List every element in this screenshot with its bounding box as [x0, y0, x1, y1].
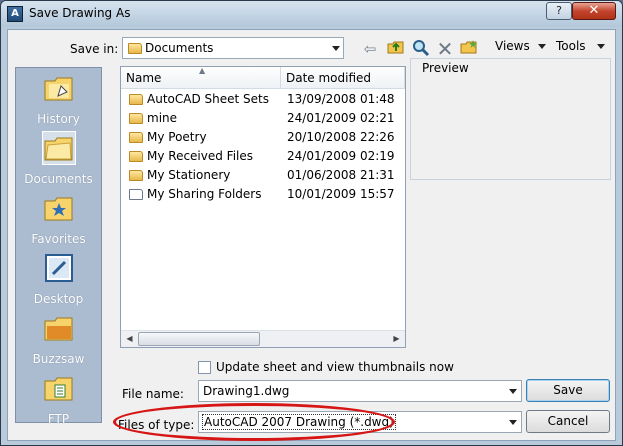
shortcut-folder-icon: [129, 189, 143, 200]
scroll-right-icon[interactable]: ▶: [388, 331, 405, 347]
file-date: 01/06/2008 21:31: [287, 168, 395, 182]
update-thumbnails-checkbox[interactable]: [198, 361, 211, 374]
ftp-folder-icon: [43, 372, 75, 404]
save-in-dropdown[interactable]: Documents: [122, 37, 344, 59]
file-date: 10/01/2009 15:57: [287, 187, 395, 201]
place-label: FTP: [47, 412, 70, 426]
save-in-label: Save in:: [70, 42, 119, 56]
folder-icon: [129, 151, 143, 162]
chevron-down-icon[interactable]: [509, 420, 517, 425]
file-name-input[interactable]: Drawing1.dwg: [198, 380, 522, 402]
file-name: My Stationery: [147, 168, 231, 182]
close-button[interactable]: ✕: [572, 2, 616, 20]
views-menu[interactable]: Views: [495, 39, 530, 53]
folder-icon: [129, 170, 143, 181]
list-item[interactable]: My Poetry 20/10/2008 22:26: [121, 128, 405, 147]
folder-icon: [129, 94, 143, 105]
place-desktop[interactable]: Desktop: [16, 252, 101, 312]
favorites-folder-icon: [43, 192, 75, 224]
help-button[interactable]: ?: [546, 2, 572, 20]
window-title: Save Drawing As: [29, 6, 131, 20]
update-thumbnails-label: Update sheet and view thumbnails now: [216, 360, 454, 374]
search-icon[interactable]: [411, 39, 431, 59]
file-name: My Received Files: [147, 149, 254, 163]
column-header-date-label: Date modified: [286, 71, 372, 85]
place-label: History: [37, 112, 80, 126]
cancel-button[interactable]: Cancel: [526, 410, 610, 433]
place-label: Desktop: [33, 292, 84, 306]
sort-ascending-icon: ▲: [199, 66, 206, 75]
place-buzzsaw[interactable]: Buzzsaw: [16, 312, 101, 372]
chevron-down-icon: [332, 46, 340, 51]
place-label: Buzzsaw: [32, 352, 85, 366]
place-ftp[interactable]: FTP: [16, 372, 101, 432]
buzzsaw-folder-icon: [43, 312, 75, 344]
preview-label: Preview: [420, 61, 471, 75]
file-name: My Sharing Folders: [147, 187, 262, 201]
scrollbar-thumb[interactable]: [138, 332, 260, 346]
file-name: AutoCAD Sheet Sets: [147, 92, 269, 106]
place-favorites[interactable]: Favorites: [16, 192, 101, 252]
list-item[interactable]: My Stationery 01/06/2008 21:31: [121, 166, 405, 185]
autocad-app-icon: A: [7, 6, 23, 22]
file-name-label: File name:: [122, 387, 184, 401]
place-documents[interactable]: Documents: [16, 131, 101, 192]
title-bar: A Save Drawing As ? ✕: [1, 1, 622, 27]
place-label: Documents: [24, 172, 93, 186]
delete-icon[interactable]: ✕: [435, 39, 455, 59]
desktop-icon: [43, 252, 75, 284]
column-header-name-label: Name: [126, 71, 162, 85]
place-history[interactable]: History: [16, 72, 101, 132]
list-item[interactable]: My Sharing Folders 10/01/2009 15:57: [121, 185, 405, 204]
file-date: 20/10/2008 22:26: [287, 130, 395, 144]
chevron-down-icon[interactable]: [509, 389, 517, 394]
list-item[interactable]: My Received Files 24/01/2009 02:19: [121, 147, 405, 166]
save-drawing-dialog: A Save Drawing As ? ✕ Save in: Documents…: [0, 0, 623, 446]
views-dropdown-icon[interactable]: [538, 44, 546, 49]
file-date: 24/01/2009 02:19: [287, 149, 395, 163]
horizontal-scrollbar[interactable]: ◀ ▶: [121, 330, 405, 347]
list-item[interactable]: mine 24/01/2009 02:21: [121, 109, 405, 128]
file-list: Name ▲ Date modified AutoCAD Sheet Sets …: [120, 66, 406, 348]
place-label: Favorites: [31, 232, 86, 246]
documents-folder-icon: [128, 43, 142, 54]
documents-folder-icon: [42, 131, 76, 165]
history-folder-icon: [43, 72, 75, 104]
up-folder-icon[interactable]: [386, 39, 406, 59]
scroll-left-icon[interactable]: ◀: [121, 331, 138, 347]
back-arrow-icon[interactable]: ⇦: [360, 39, 380, 59]
tools-menu[interactable]: Tools: [556, 39, 586, 53]
red-highlight-ellipse: [113, 403, 395, 441]
file-date: 24/01/2009 02:21: [287, 111, 395, 125]
list-item[interactable]: AutoCAD Sheet Sets 13/09/2008 01:48: [121, 90, 405, 109]
folder-icon: [129, 132, 143, 143]
preview-pane: [410, 58, 611, 180]
save-in-value: Documents: [145, 41, 214, 55]
file-name: mine: [147, 111, 178, 125]
new-folder-icon[interactable]: [459, 39, 479, 59]
file-name: My Poetry: [147, 130, 207, 144]
dialog-body: Save in: Documents ⇦ ✕ Views Tools Histo…: [7, 29, 616, 441]
places-bar: History Documents Favorites Desktop Buzz…: [15, 67, 102, 426]
folder-icon: [129, 113, 143, 124]
file-name-value: Drawing1.dwg: [203, 384, 290, 398]
tools-dropdown-icon[interactable]: [597, 44, 605, 49]
save-button[interactable]: Save: [526, 379, 610, 402]
column-header-date[interactable]: Date modified: [281, 67, 405, 89]
file-date: 13/09/2008 01:48: [287, 92, 395, 106]
column-header-name[interactable]: Name ▲: [121, 66, 281, 89]
